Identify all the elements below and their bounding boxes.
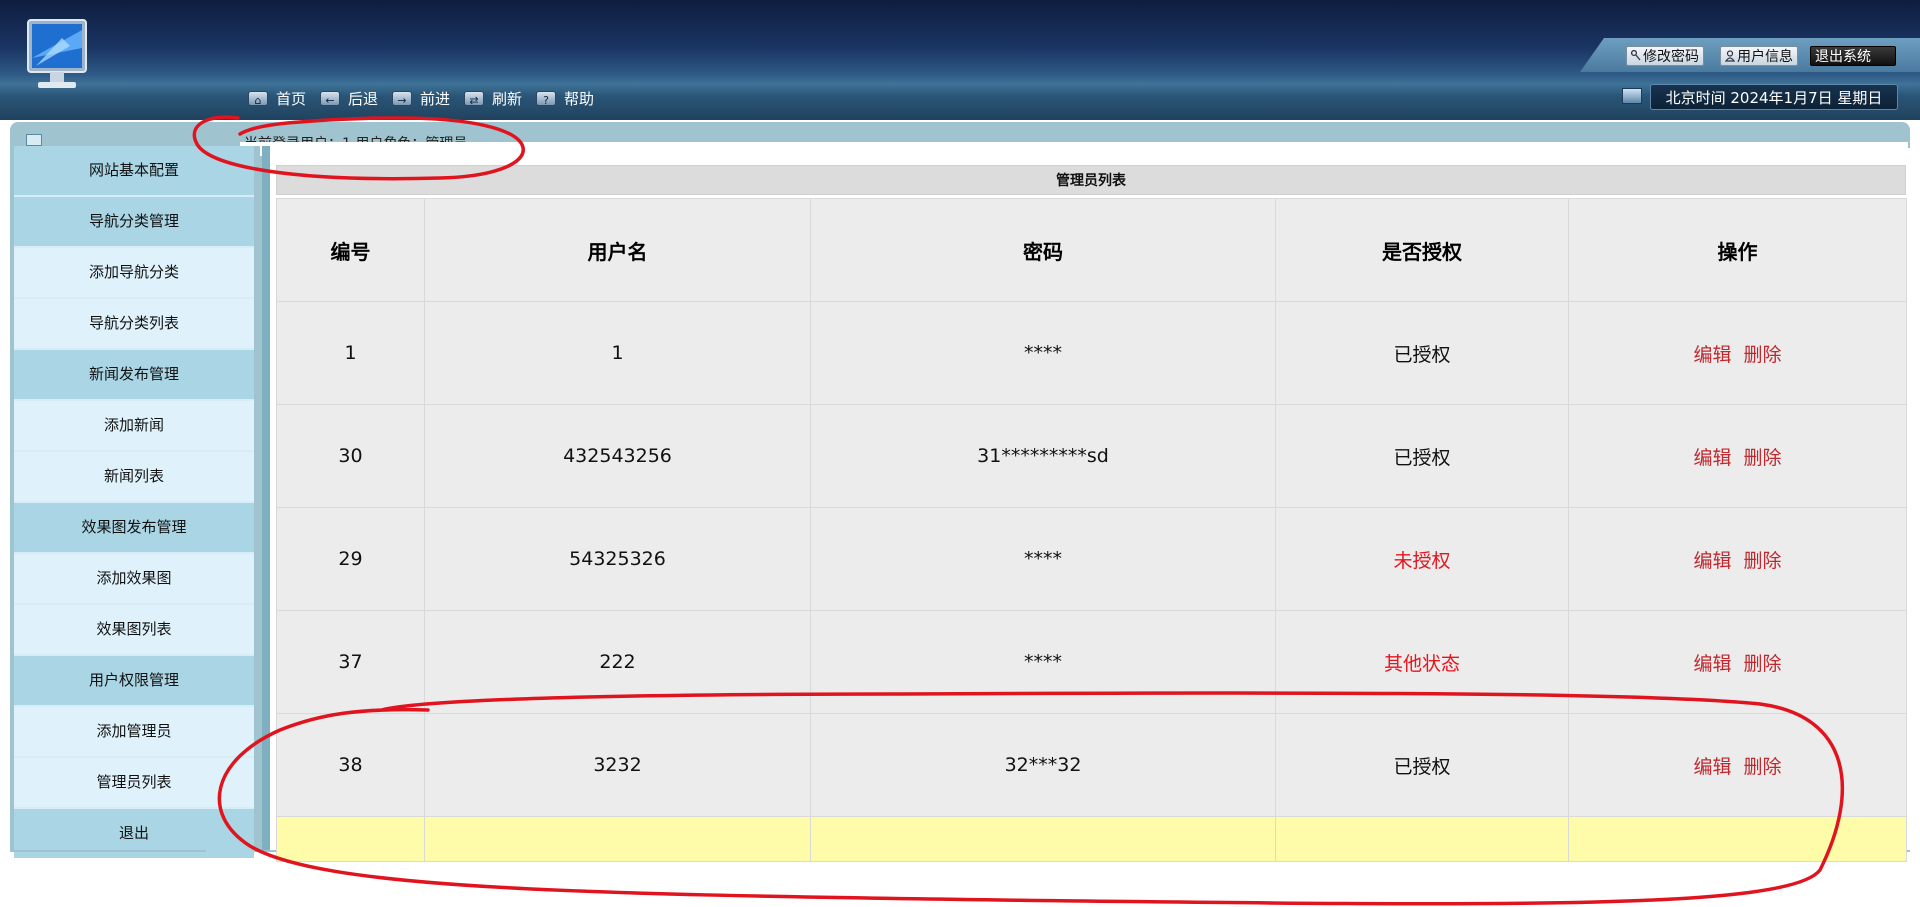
sidebar-item[interactable]: 管理员列表 bbox=[14, 758, 254, 807]
sidebar-item[interactable]: 导航分类管理 bbox=[14, 197, 254, 246]
table-row: 1 1 **** 已授权 编辑 删除 bbox=[276, 301, 1907, 405]
cell-status: 已授权 bbox=[1275, 713, 1569, 817]
nav-back[interactable]: ← 后退 bbox=[320, 88, 378, 110]
cell-password: 31*********sd bbox=[810, 404, 1276, 508]
nav-forward[interactable]: → 前进 bbox=[392, 88, 450, 110]
nav-refresh[interactable]: ⇄ 刷新 bbox=[464, 88, 522, 110]
beijing-time-display: 北京时间 2024年1月7日 星期日 bbox=[1650, 84, 1898, 110]
header-username: 用户名 bbox=[424, 198, 811, 302]
back-arrow-icon: ← bbox=[320, 91, 340, 107]
sidebar-item[interactable]: 添加效果图 bbox=[14, 554, 254, 603]
sidebar-item[interactable]: 新闻列表 bbox=[14, 452, 254, 501]
header-id: 编号 bbox=[276, 198, 425, 302]
nav-help[interactable]: ? 帮助 bbox=[536, 88, 594, 110]
header-authorized: 是否授权 bbox=[1275, 198, 1569, 302]
sidebar-item[interactable]: 导航分类列表 bbox=[14, 299, 254, 348]
user-info-button[interactable]: 用户信息 bbox=[1720, 46, 1798, 66]
cell-username: 222 bbox=[424, 610, 811, 714]
cell-username: 3232 bbox=[424, 713, 811, 817]
home-icon: ⌂ bbox=[248, 91, 268, 107]
edit-link[interactable]: 编辑 bbox=[1693, 447, 1731, 469]
refresh-icon: ⇄ bbox=[464, 91, 484, 107]
sidebar-resize-handle[interactable] bbox=[262, 146, 270, 850]
empty-table-row bbox=[276, 816, 1907, 862]
sidebar-menu: 网站基本配置 导航分类管理 添加导航分类 导航分类列表 新闻发布管理 添加新闻 新闻列表 效果… bbox=[14, 146, 254, 858]
computer-monitor-logo-icon bbox=[27, 19, 87, 88]
table-row: 30 432543256 31*********sd 已授权 编辑 删除 bbox=[276, 404, 1907, 508]
header-actions: 操作 bbox=[1568, 198, 1907, 302]
sidebar-item[interactable]: 添加管理员 bbox=[14, 707, 254, 756]
delete-link[interactable]: 删除 bbox=[1744, 653, 1782, 675]
user-icon bbox=[1724, 48, 1736, 62]
cell-username: 432543256 bbox=[424, 404, 811, 508]
sidebar-divider bbox=[254, 146, 260, 850]
frame-bottom-edge bbox=[10, 850, 206, 852]
cell-actions: 编辑 删除 bbox=[1568, 610, 1907, 714]
edit-link[interactable]: 编辑 bbox=[1693, 756, 1731, 778]
admin-table: 编号 用户名 密码 是否授权 操作 1 1 **** 已授权 编辑 删除 30 4325432… bbox=[276, 198, 1907, 862]
nav-home[interactable]: ⌂ 首页 bbox=[248, 88, 306, 110]
cell-id: 30 bbox=[276, 404, 425, 508]
sidebar-toggle-icon[interactable] bbox=[26, 134, 42, 146]
cell-password: **** bbox=[810, 507, 1276, 611]
delete-link[interactable]: 删除 bbox=[1744, 344, 1782, 366]
sidebar-item[interactable]: 网站基本配置 bbox=[14, 146, 254, 195]
cell-id: 38 bbox=[276, 713, 425, 817]
change-password-button[interactable]: 修改密码 bbox=[1626, 46, 1704, 66]
edit-link[interactable]: 编辑 bbox=[1693, 550, 1731, 572]
cell-status: 其他状态 bbox=[1275, 610, 1569, 714]
delete-link[interactable]: 删除 bbox=[1744, 756, 1782, 778]
cell-id: 37 bbox=[276, 610, 425, 714]
table-row: 38 3232 32***32 已授权 编辑 删除 bbox=[276, 713, 1907, 817]
key-icon bbox=[1630, 48, 1641, 61]
cell-password: **** bbox=[810, 610, 1276, 714]
sidebar-item[interactable]: 添加导航分类 bbox=[14, 248, 254, 297]
cell-status: 已授权 bbox=[1275, 404, 1569, 508]
forward-arrow-icon: → bbox=[392, 91, 412, 107]
empty-cell bbox=[1275, 816, 1569, 862]
table-row: 29 54325326 **** 未授权 编辑 删除 bbox=[276, 507, 1907, 611]
empty-cell bbox=[810, 816, 1276, 862]
edit-link[interactable]: 编辑 bbox=[1693, 344, 1731, 366]
delete-link[interactable]: 删除 bbox=[1744, 550, 1782, 572]
empty-cell bbox=[424, 816, 811, 862]
cell-id: 29 bbox=[276, 507, 425, 611]
monitor-icon bbox=[1622, 88, 1642, 104]
header-password: 密码 bbox=[810, 198, 1276, 302]
empty-cell bbox=[1568, 816, 1907, 862]
logout-system-button[interactable]: 退出系统 bbox=[1810, 46, 1896, 66]
cell-id: 1 bbox=[276, 301, 425, 405]
cell-username: 1 bbox=[424, 301, 811, 405]
cell-status: 未授权 bbox=[1275, 507, 1569, 611]
cell-actions: 编辑 删除 bbox=[1568, 507, 1907, 611]
sidebar-item[interactable]: 用户权限管理 bbox=[14, 656, 254, 705]
empty-cell bbox=[276, 816, 425, 862]
table-row: 37 222 **** 其他状态 编辑 删除 bbox=[276, 610, 1907, 714]
cell-actions: 编辑 删除 bbox=[1568, 713, 1907, 817]
delete-link[interactable]: 删除 bbox=[1744, 447, 1782, 469]
cell-password: **** bbox=[810, 301, 1276, 405]
cell-actions: 编辑 删除 bbox=[1568, 301, 1907, 405]
edit-link[interactable]: 编辑 bbox=[1693, 653, 1731, 675]
cell-username: 54325326 bbox=[424, 507, 811, 611]
cell-status: 已授权 bbox=[1275, 301, 1569, 405]
help-icon: ? bbox=[536, 91, 556, 107]
cell-password: 32***32 bbox=[810, 713, 1276, 817]
table-header-row: 编号 用户名 密码 是否授权 操作 bbox=[276, 198, 1907, 302]
admin-list-title: 管理员列表 bbox=[276, 165, 1906, 195]
sidebar-item[interactable]: 添加新闻 bbox=[14, 401, 254, 450]
sidebar-item[interactable]: 效果图发布管理 bbox=[14, 503, 254, 552]
sidebar-item[interactable]: 效果图列表 bbox=[14, 605, 254, 654]
cell-actions: 编辑 删除 bbox=[1568, 404, 1907, 508]
sidebar-item[interactable]: 新闻发布管理 bbox=[14, 350, 254, 399]
